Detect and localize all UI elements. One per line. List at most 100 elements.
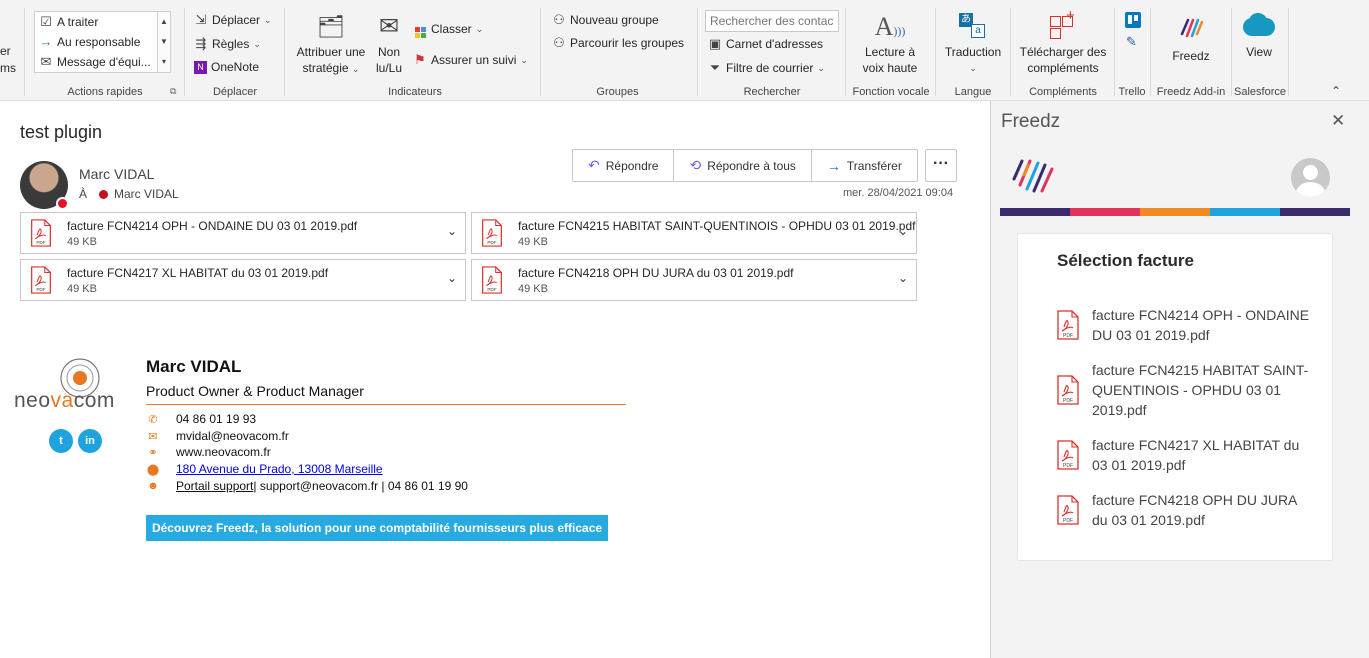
attachment-name: facture FCN4214 OPH - ONDAINE DU 03 01 2…	[67, 219, 358, 233]
pdf-icon: PDF	[1057, 310, 1079, 340]
people-add-icon: ⚇	[553, 12, 565, 27]
attachment-card[interactable]: PDF facture FCN4215 HABITAT SAINT-QUENTIN…	[471, 212, 917, 254]
invoice-item[interactable]: PDF facture FCN4217 XL HABITAT du 03 01 2…	[1056, 435, 1316, 475]
pdf-icon: PDF	[31, 219, 51, 247]
salesforce-view-button[interactable]: View	[1236, 10, 1282, 60]
mail-icon: ✉	[148, 430, 158, 443]
partial-line-2: ms	[0, 61, 16, 75]
invoice-name: facture FCN4215 HABITAT SAINT-QUENTINOIS…	[1092, 362, 1309, 418]
move-icon: ⇲	[195, 12, 207, 27]
trello-icon[interactable]	[1125, 12, 1141, 28]
pdf-icon: PDF	[482, 266, 502, 294]
categories-icon	[413, 20, 427, 38]
recipient-row: À Marc VIDAL	[79, 187, 179, 201]
collapse-ribbon-icon[interactable]: ⌃	[1331, 84, 1341, 98]
translate-button[interactable]: あ a Traduction ⌄	[942, 10, 1004, 76]
invoice-name: facture FCN4218 OPH DU JURA du 03 01 201…	[1092, 492, 1297, 528]
twitter-icon[interactable]: t	[49, 429, 73, 453]
search-contacts-input[interactable]	[705, 10, 839, 32]
partial-line-1: er	[0, 44, 11, 58]
sender-name[interactable]: Marc VIDAL	[79, 166, 154, 182]
reply-all-button[interactable]: ⟲ Répondre à tous	[674, 150, 812, 181]
unread-read-button[interactable]: ✉ Non lu/Lu	[370, 10, 408, 76]
stripe-segment	[1000, 208, 1070, 216]
close-icon[interactable]: ✕	[1331, 111, 1345, 131]
user-avatar-icon[interactable]	[1291, 158, 1330, 197]
attachment-size: 49 KB	[518, 236, 548, 248]
group-label-voice: Fonction vocale	[852, 86, 930, 98]
onenote-button[interactable]: N OneNote	[194, 60, 259, 74]
attachment-card[interactable]: PDF facture FCN4214 OPH - ONDAINE DU 03 0…	[20, 212, 466, 254]
neovacom-logo-text: neovacom	[14, 389, 115, 412]
forward-button[interactable]: → Transférer	[812, 150, 917, 181]
location-pin-icon: ⬤	[146, 463, 160, 476]
attachment-name: facture FCN4217 XL HABITAT du 03 01 2019…	[67, 266, 329, 280]
support-portal-link[interactable]: Portail support	[176, 479, 253, 493]
rules-button[interactable]: ⇶ Règles ⌄	[194, 36, 261, 52]
chevron-down-icon[interactable]: ⌄	[447, 224, 457, 238]
freedz-promo-banner[interactable]: Découvrez Freedz, la solution pour une c…	[146, 515, 608, 541]
linkedin-icon[interactable]: in	[78, 429, 102, 453]
group-label-freedz-addin: Freedz Add-in	[1156, 86, 1226, 98]
gallery-scroll[interactable]: ▲ ▼ ▾	[157, 11, 171, 73]
address-link[interactable]: 180 Avenue du Prado, 13008 Marseille	[176, 462, 383, 476]
chevron-down-icon[interactable]: ⌄	[898, 224, 908, 238]
signature-email: ✉ mvidal@neovacom.fr	[146, 429, 289, 443]
signature-support: ☻ Portail support | support@neovacom.fr |…	[147, 479, 468, 493]
quick-step-item[interactable]: → Au responsable	[39, 34, 141, 49]
freedz-addin-button[interactable]: Freedz	[1158, 10, 1224, 64]
invoice-item[interactable]: PDF facture FCN4218 OPH DU JURA du 03 01 …	[1056, 490, 1316, 530]
reply-icon: ↶	[588, 157, 600, 173]
pencil-icon[interactable]: ✎	[1126, 34, 1137, 50]
pdf-icon: PDF	[1057, 440, 1079, 470]
group-label-language: Langue	[954, 86, 992, 98]
filter-mail-button[interactable]: ⏷ Filtre de courrier ⌄	[708, 60, 825, 76]
link-icon: ⚭	[148, 446, 158, 459]
brand-color-stripe	[1000, 208, 1350, 216]
support-agent-icon: ☻	[147, 480, 159, 492]
dialog-launcher-icon[interactable]: ⧉	[170, 86, 176, 97]
recipient-name[interactable]: Marc VIDAL	[114, 187, 179, 201]
onenote-icon: N	[194, 60, 207, 74]
signature-divider	[146, 404, 626, 405]
address-book-button[interactable]: ▣ Carnet d'adresses	[708, 36, 823, 52]
filter-icon: ⏷	[709, 60, 721, 75]
pdf-icon: PDF	[31, 266, 51, 294]
signature-name: Marc VIDAL	[146, 357, 242, 376]
read-aloud-button[interactable]: A))) Lecture à voix haute	[852, 10, 928, 76]
message-subject: test plugin	[20, 122, 103, 142]
follow-up-button[interactable]: ⚑ Assurer un suivi ⌄	[413, 52, 528, 68]
attachment-card[interactable]: PDF facture FCN4218 OPH DU JURA du 03 01 …	[471, 259, 917, 301]
chevron-down-icon[interactable]: ⌄	[447, 271, 457, 285]
assign-policy-button[interactable]: 🗂 Attribuer une stratégie ⌄	[292, 10, 370, 77]
more-actions-button[interactable]: ···	[925, 149, 957, 182]
invoice-item[interactable]: PDF facture FCN4215 HABITAT SAINT-QUENTIN…	[1056, 360, 1316, 420]
reply-all-icon: ⟲	[689, 157, 702, 173]
read-aloud-icon: A)))	[874, 12, 906, 41]
invoice-item[interactable]: PDF facture FCN4214 OPH - ONDAINE DU 03 0…	[1056, 305, 1316, 345]
envelope-icon: ✉	[40, 54, 52, 69]
attachment-card[interactable]: PDF facture FCN4217 XL HABITAT du 03 01 2…	[20, 259, 466, 301]
stripe-segment	[1140, 208, 1210, 216]
quick-step-item[interactable]: ☑ A traiter	[39, 14, 98, 30]
to-label: À	[79, 187, 88, 201]
attachment-name: facture FCN4215 HABITAT SAINT-QUENTINOIS…	[518, 219, 916, 233]
move-button[interactable]: ⇲ Déplacer ⌄	[194, 12, 272, 28]
stripe-segment	[1280, 208, 1350, 216]
chevron-down-icon[interactable]: ⌄	[898, 271, 908, 285]
reply-button[interactable]: ↶ Répondre	[573, 150, 675, 181]
group-label-find: Rechercher	[743, 86, 801, 98]
arrow-right-icon: →	[39, 34, 53, 49]
taskpane-title: Freedz	[1001, 111, 1061, 132]
flag-icon: ⚑	[414, 52, 426, 67]
categorize-button[interactable]: Classer ⌄	[413, 20, 483, 38]
invoice-selection-card: Sélection facture PDF facture FCN4214 OPH…	[1017, 233, 1333, 561]
get-addins-button[interactable]: + Télécharger des compléments	[1018, 8, 1108, 76]
new-group-button[interactable]: ⚇ Nouveau groupe	[552, 12, 659, 28]
ribbon-partial-button[interactable]: er ms	[0, 44, 16, 76]
browse-groups-button[interactable]: ⚇ Parcourir les groupes	[552, 35, 684, 51]
quick-step-item[interactable]: ✉ Message d'équi...	[39, 54, 151, 70]
svg-text:PDF: PDF	[1063, 333, 1073, 339]
policy-icon: 🗂	[317, 14, 345, 39]
invoice-name: facture FCN4214 OPH - ONDAINE DU 03 01 2…	[1092, 307, 1310, 343]
